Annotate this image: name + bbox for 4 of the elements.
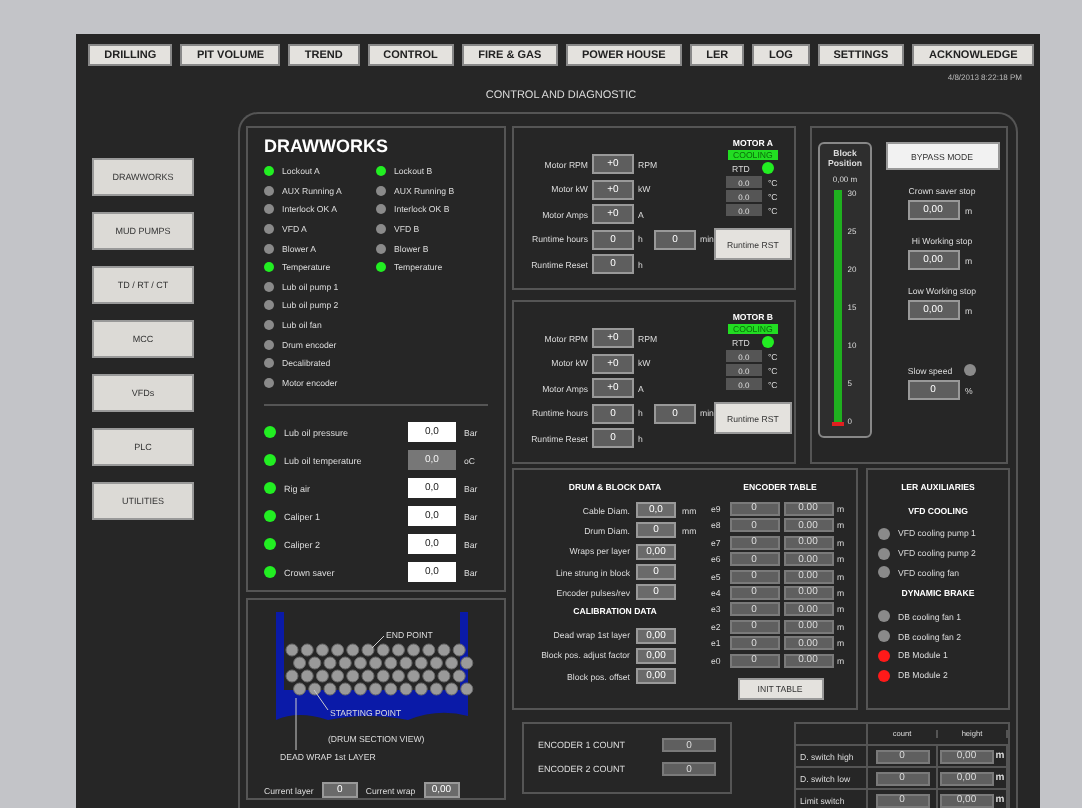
leader-line	[313, 689, 329, 711]
leader-line	[295, 697, 297, 751]
leader-line	[371, 635, 385, 649]
panel-title: DRAWWORKS	[264, 136, 390, 156]
